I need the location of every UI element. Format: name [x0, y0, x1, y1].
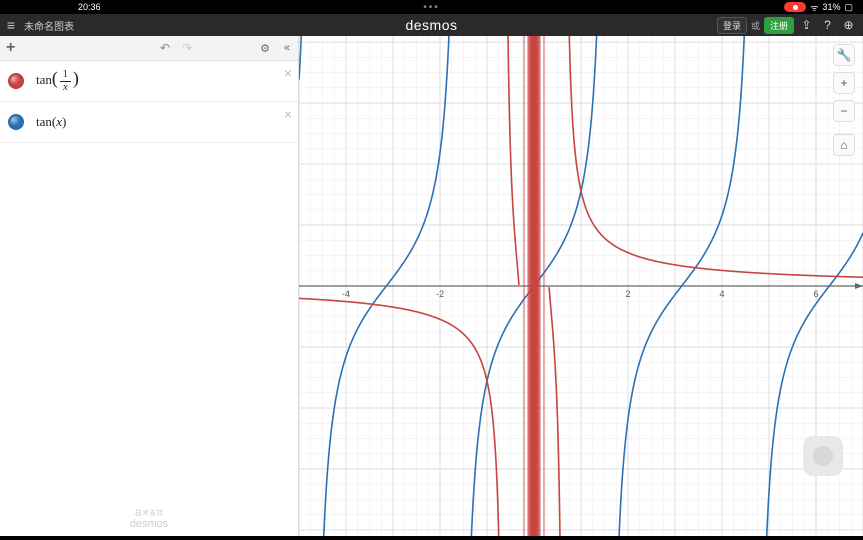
expression-row[interactable]: tan(1x) ×: [0, 61, 298, 102]
expression-formula[interactable]: tan(1x): [36, 68, 79, 94]
help-icon[interactable]: ?: [819, 17, 836, 34]
screen-record-indicator: [784, 2, 806, 12]
login-button[interactable]: 登录: [717, 17, 747, 34]
panel-footer-brand: 技术支持 desmos: [0, 510, 298, 530]
delete-expression-icon[interactable]: ×: [284, 106, 292, 122]
share-icon[interactable]: ⇪: [798, 17, 815, 34]
color-chip-icon[interactable]: [8, 114, 24, 130]
panel-toolbar: + ↶ ↷ ⚙ «: [0, 36, 298, 61]
battery-level: 31%: [822, 2, 840, 12]
status-time: 20:36: [78, 2, 101, 12]
add-expression-button[interactable]: +: [6, 39, 15, 57]
or-label: 或: [751, 19, 760, 32]
graph-canvas[interactable]: -4 -2 2 4 6 🔧 + − ⌂: [299, 36, 863, 536]
collapse-panel-icon[interactable]: «: [284, 42, 290, 54]
expression-row[interactable]: tan(x) ×: [0, 102, 298, 143]
svg-text:4: 4: [719, 289, 724, 299]
home-button[interactable]: ⌂: [833, 134, 855, 156]
delete-expression-icon[interactable]: ×: [284, 65, 292, 81]
svg-text:-4: -4: [342, 289, 350, 299]
plot-svg: -4 -2 2 4 6: [299, 36, 863, 536]
wifi-icon: ᯤ: [810, 1, 818, 14]
brand-logo: desmos: [405, 17, 457, 33]
zoom-in-button[interactable]: +: [833, 72, 855, 94]
settings-icon[interactable]: ⚙: [260, 42, 270, 55]
register-button[interactable]: 注册: [764, 17, 794, 34]
svg-text:2: 2: [625, 289, 630, 299]
assistive-touch-icon[interactable]: [803, 436, 843, 476]
expression-panel: + ↶ ↷ ⚙ « tan(1x) × tan(x) ×: [0, 36, 299, 536]
undo-button[interactable]: ↶: [160, 41, 170, 55]
svg-text:-2: -2: [436, 289, 444, 299]
zoom-out-button[interactable]: −: [833, 100, 855, 122]
color-chip-icon[interactable]: [8, 73, 24, 89]
redo-button[interactable]: ↷: [182, 41, 192, 55]
svg-text:6: 6: [813, 289, 818, 299]
status-dots: •••: [423, 2, 440, 13]
expression-formula[interactable]: tan(x): [36, 114, 66, 130]
graph-settings-button[interactable]: 🔧: [833, 44, 855, 66]
language-icon[interactable]: ⊕: [840, 17, 857, 34]
status-bar: 20:36 ••• ᯤ 31% ▢: [0, 0, 863, 14]
hamburger-menu-icon[interactable]: ≡: [0, 17, 22, 33]
graph-title[interactable]: 未命名图表: [24, 18, 74, 33]
battery-icon: ▢: [844, 2, 853, 13]
app-bar: ≡ 未命名图表 desmos 登录 或 注册 ⇪ ? ⊕: [0, 14, 863, 36]
